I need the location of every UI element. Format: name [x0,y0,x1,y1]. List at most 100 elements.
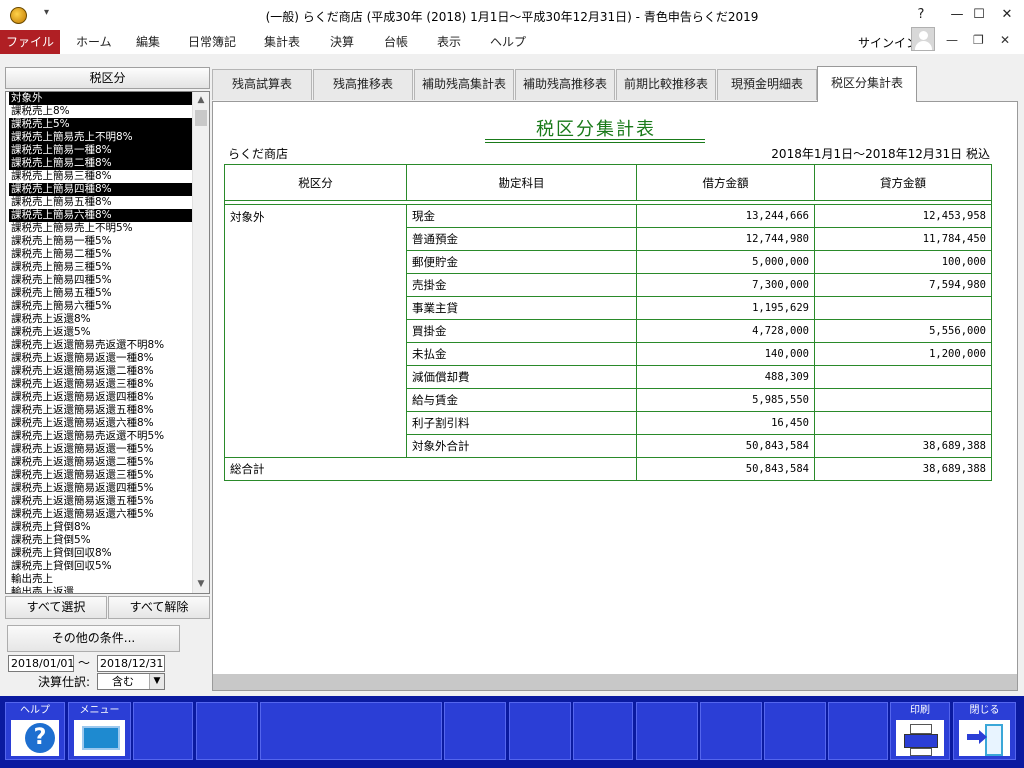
function-key-6[interactable] [444,702,506,760]
close-key-label: 閉じる [969,705,1000,716]
menu-home[interactable]: ホーム [76,30,112,54]
account-cell: 郵便貯金 [406,250,637,274]
print-key[interactable]: 印刷 [890,702,950,760]
tab-balance-transition[interactable]: 残高推移表 [313,69,413,100]
function-key-11[interactable] [764,702,826,760]
function-key-3[interactable] [133,702,193,760]
close-key[interactable]: 閉じる [953,702,1016,760]
list-item[interactable]: 課税売上返還簡易返還二種5% [9,456,193,469]
list-item[interactable]: 課税売上5% [9,118,193,131]
close-window-button[interactable]: ✕ [990,4,1024,26]
menu-view[interactable]: 表示 [437,30,461,54]
function-key-5[interactable] [260,702,442,760]
menu-edit[interactable]: 編集 [136,30,160,54]
list-item[interactable]: 課税売上簡易五種5% [9,287,193,300]
list-item[interactable]: 課税売上返還簡易返還三種5% [9,469,193,482]
list-item[interactable]: 課税売上貸倒8% [9,521,193,534]
list-item[interactable]: 対象外 [9,92,193,105]
list-item[interactable]: 課税売上貸倒回収8% [9,547,193,560]
list-item[interactable]: 課税売上簡易四種5% [9,274,193,287]
list-item[interactable]: 課税売上返還簡易返還五種8% [9,404,193,417]
tab-sub-balance-summary[interactable]: 補助残高集計表 [414,69,514,100]
list-item[interactable]: 課税売上返還簡易返還四種5% [9,482,193,495]
date-separator: 〜 [78,656,91,670]
list-item[interactable]: 課税売上返還簡易売返還不明8% [9,339,193,352]
deselect-all-button[interactable]: すべて解除 [108,596,210,619]
list-item[interactable]: 課税売上返還簡易返還三種8% [9,378,193,391]
list-item[interactable]: 輸出売上 [9,573,193,586]
menu-summary-tables[interactable]: 集計表 [264,30,300,54]
list-item[interactable]: 輸出売上返還 [9,586,193,593]
closing-entries-select[interactable]: 含む ▼ [97,673,165,690]
select-all-button[interactable]: すべて選択 [5,596,107,619]
tab-tax-category-summary[interactable]: 税区分集計表 [817,66,917,102]
list-item[interactable]: 課税売上返還簡易返還六種5% [9,508,193,521]
list-item[interactable]: 課税売上簡易一種8% [9,144,193,157]
list-item[interactable]: 課税売上貸倒回収5% [9,560,193,573]
menu-key[interactable]: メニュー [68,702,131,760]
list-scrollbar[interactable]: ▲ ▼ [192,92,209,593]
scroll-up-icon[interactable]: ▲ [193,92,209,109]
list-item[interactable]: 課税売上返還簡易返還四種8% [9,391,193,404]
tab-sub-balance-transition[interactable]: 補助残高推移表 [515,69,615,100]
menu-file[interactable]: ファイル [0,30,60,54]
grand-total-credit: 38,689,388 [814,457,992,481]
menu-ledger[interactable]: 台帳 [384,30,408,54]
horizontal-scrollbar[interactable] [213,674,1017,690]
function-key-9[interactable] [636,702,698,760]
scroll-down-icon[interactable]: ▼ [193,576,209,593]
header-debit: 借方金額 [636,164,815,201]
list-item[interactable]: 課税売上簡易三種5% [9,261,193,274]
function-key-12[interactable] [828,702,888,760]
chevron-down-icon[interactable]: ▼ [149,674,164,689]
title-underline-2 [485,142,705,143]
list-item[interactable]: 課税売上返還簡易返還二種8% [9,365,193,378]
help-key[interactable]: ヘルプ ? [5,702,65,760]
list-item[interactable]: 課税売上簡易四種8% [9,183,193,196]
list-item[interactable]: 課税売上簡易五種8% [9,196,193,209]
other-conditions-button[interactable]: その他の条件... [7,625,180,652]
list-item[interactable]: 課税売上簡易二種8% [9,157,193,170]
tax-category-list[interactable]: 対象外 課税売上8% 課税売上5% 課税売上簡易売上不明8% 課税売上簡易一種8% 課税売… [5,91,210,594]
debit-cell: 13,244,666 [636,204,815,228]
function-key-7[interactable] [509,702,571,760]
list-item[interactable]: 課税売上返還簡易返還六種8% [9,417,193,430]
mdi-restore-button[interactable]: ❐ [973,33,984,47]
list-item[interactable]: 課税売上8% [9,105,193,118]
list-item[interactable]: 課税売上簡易売上不明5% [9,222,193,235]
account-cell: 減価償却費 [406,365,637,389]
list-item[interactable]: 課税売上返還8% [9,313,193,326]
function-key-8[interactable] [573,702,633,760]
list-item[interactable]: 課税売上簡易三種8% [9,170,193,183]
mdi-close-button[interactable]: ✕ [1000,33,1010,47]
menu-settlement[interactable]: 決算 [330,30,354,54]
function-key-4[interactable] [196,702,258,760]
list-item[interactable]: 課税売上簡易六種5% [9,300,193,313]
printer-icon [896,720,944,756]
table-row: 対象外 現金 13,244,666 12,453,958 [224,204,992,458]
list-item[interactable]: 課税売上貸倒5% [9,534,193,547]
function-key-10[interactable] [700,702,762,760]
list-item[interactable]: 課税売上簡易六種8% [9,209,193,222]
scroll-thumb[interactable] [195,110,207,126]
list-item[interactable]: 課税売上返還簡易返還一種5% [9,443,193,456]
user-avatar[interactable] [911,27,935,51]
menu-daily-bookkeeping[interactable]: 日常簿記 [188,30,236,54]
list-item[interactable]: 課税売上簡易一種5% [9,235,193,248]
tab-cash-detail[interactable]: 現預金明細表 [717,69,817,100]
help-key-label: ヘルプ [20,705,50,716]
date-from-input[interactable]: 2018/01/01 [8,655,74,672]
help-icon[interactable]: ? [904,4,938,26]
list-item[interactable]: 課税売上返還簡易返還五種5% [9,495,193,508]
list-item[interactable]: 課税売上返還簡易売返還不明5% [9,430,193,443]
tab-trial-balance[interactable]: 残高試算表 [212,69,312,100]
list-item[interactable]: 課税売上簡易売上不明8% [9,131,193,144]
signin-link[interactable]: サインイン [858,34,918,51]
list-item[interactable]: 課税売上返還5% [9,326,193,339]
date-to-input[interactable]: 2018/12/31 [97,655,165,672]
mdi-minimize-button[interactable]: — [946,33,958,47]
menu-help[interactable]: ヘルプ [490,30,526,54]
tab-period-comparison[interactable]: 前期比較推移表 [616,69,716,100]
list-item[interactable]: 課税売上返還簡易返還一種8% [9,352,193,365]
list-item[interactable]: 課税売上簡易二種5% [9,248,193,261]
